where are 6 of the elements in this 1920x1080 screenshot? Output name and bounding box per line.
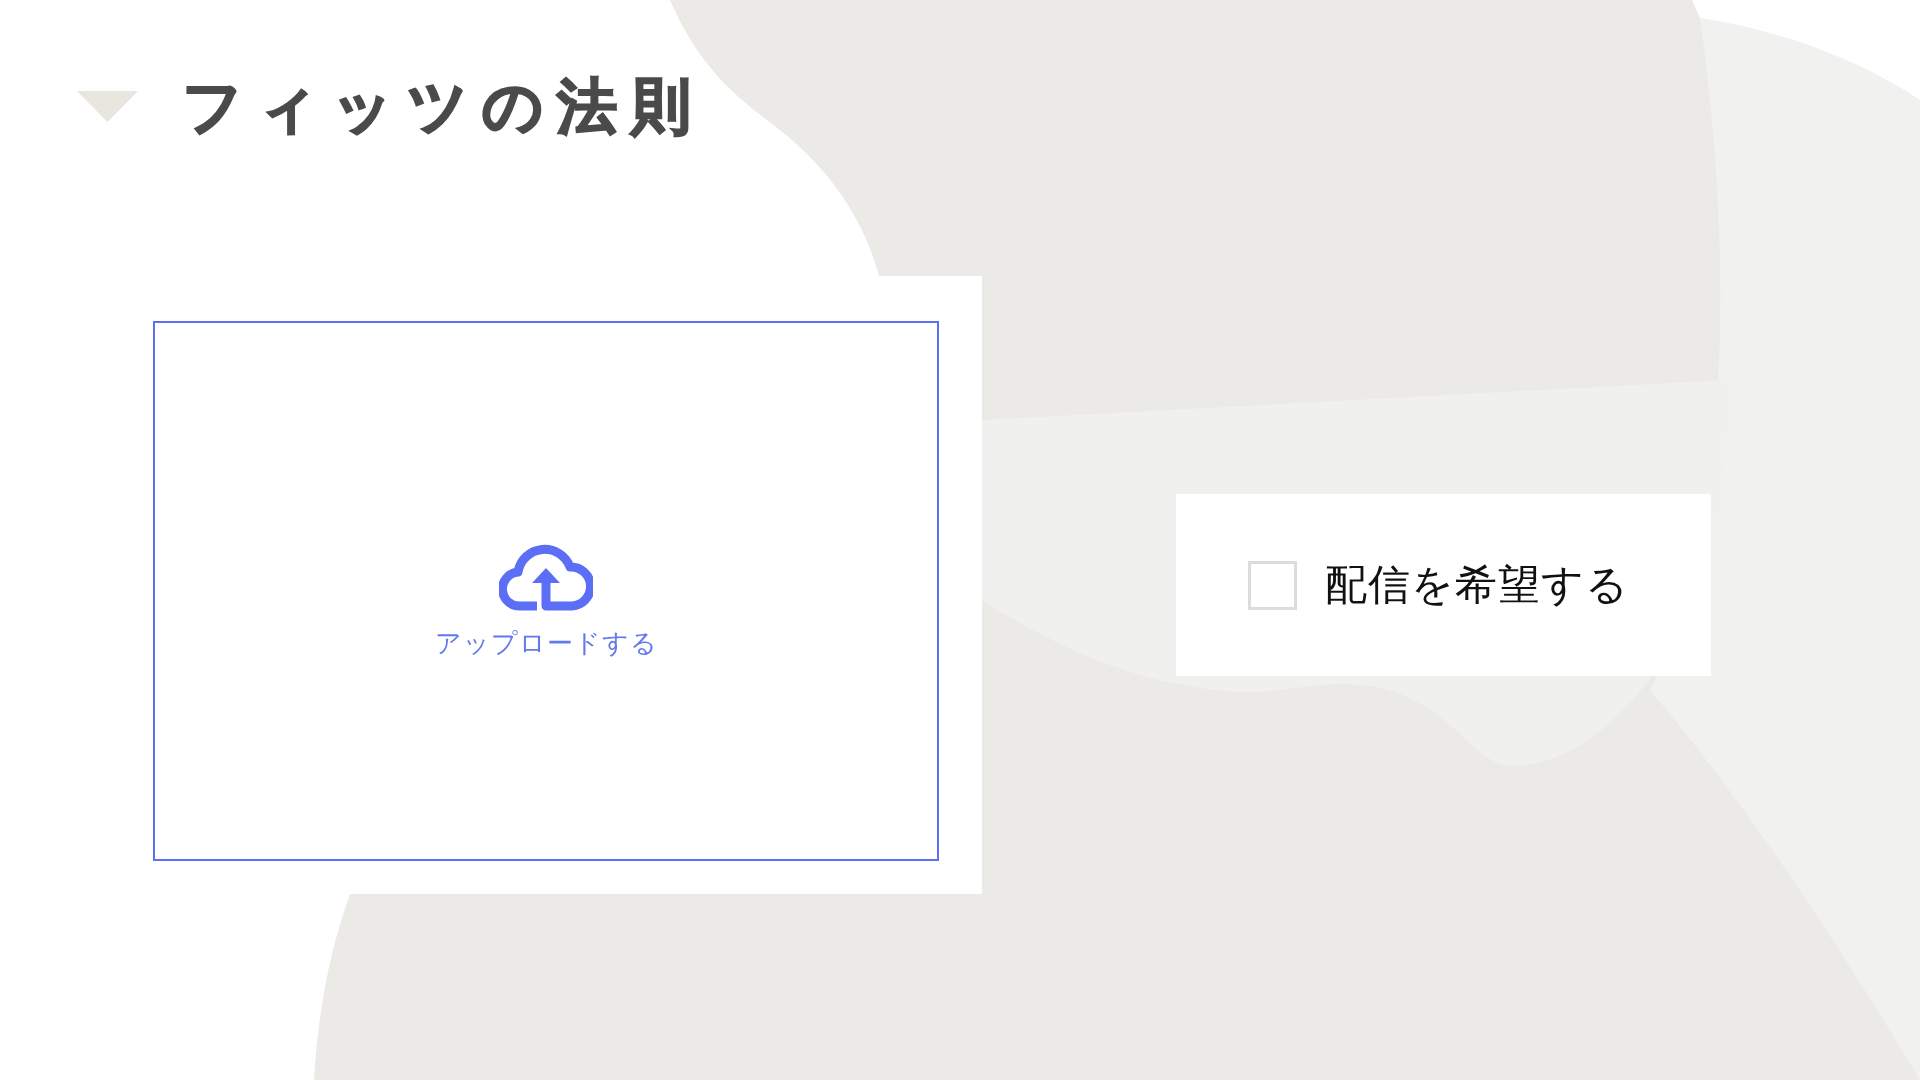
checkbox-label: 配信を希望する (1325, 560, 1629, 610)
triangle-marker-icon (77, 90, 138, 122)
page-title: フィッツの法則 (182, 70, 705, 142)
upload-dropzone[interactable]: アップロードする (153, 321, 939, 861)
cloud-upload-icon (499, 543, 593, 611)
checkbox[interactable] (1248, 560, 1297, 610)
